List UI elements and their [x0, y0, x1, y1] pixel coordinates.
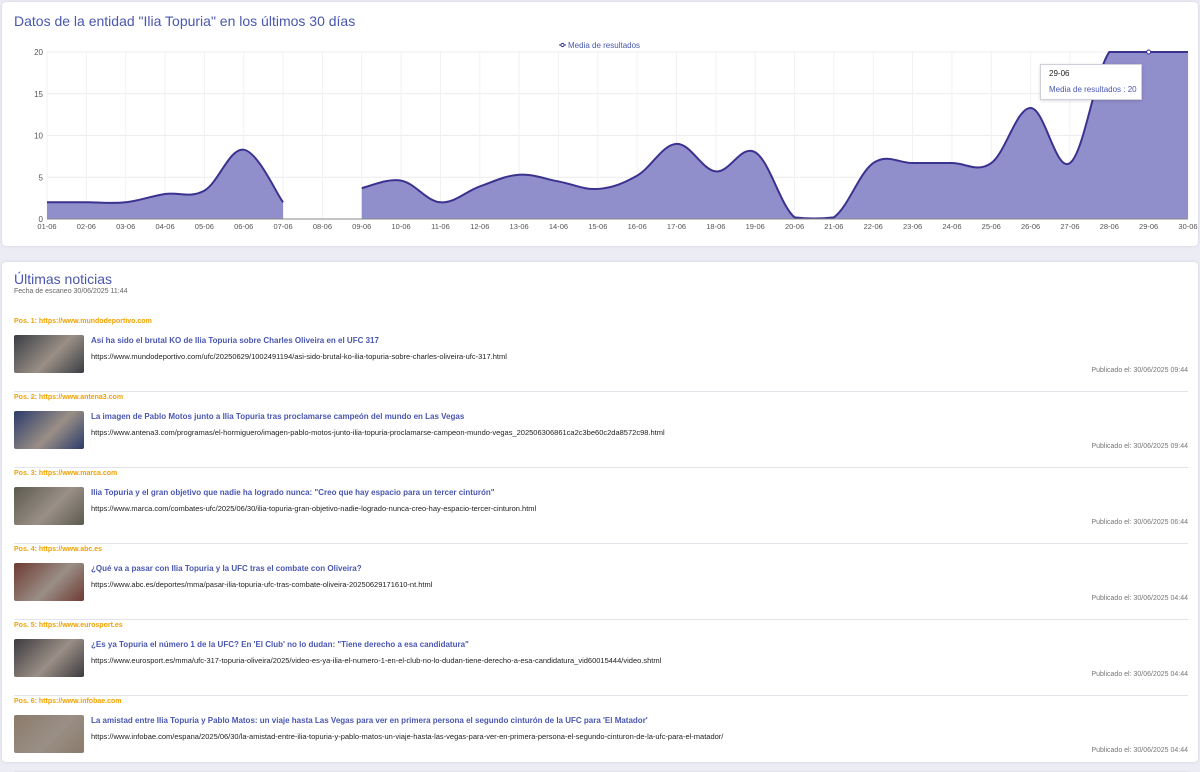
x-tick-label: 16-06	[628, 222, 647, 231]
x-tick-label: 13-06	[510, 222, 529, 231]
news-link[interactable]: La imagen de Pablo Motos junto a Ilia To…	[91, 412, 464, 421]
x-tick-label: 08-06	[313, 222, 332, 231]
y-tick-label: 10	[34, 132, 43, 141]
x-tick-label: 27-06	[1060, 222, 1079, 231]
news-position: Pos. 5: https://www.eurosport.es	[14, 622, 123, 629]
x-tick-label: 05-06	[195, 222, 214, 231]
hover-point	[1146, 49, 1152, 55]
news-position: Pos. 3: https://www.marca.com	[14, 470, 118, 477]
news-thumbnail[interactable]	[14, 563, 84, 601]
x-tick-label: 19-06	[746, 222, 765, 231]
news-position: Pos. 1: https://www.mundodeportivo.com	[14, 318, 152, 325]
news-list: Pos. 1: https://www.mundodeportivo.com A…	[2, 316, 1198, 772]
x-tick-label: 10-06	[392, 222, 411, 231]
x-tick-label: 03-06	[116, 222, 135, 231]
x-tick-label: 24-06	[942, 222, 961, 231]
news-link[interactable]: Así ha sido el brutal KO de Ilia Topuria…	[91, 336, 379, 345]
news-url: https://www.eurosport.es/mma/ufc-317-top…	[91, 656, 662, 665]
news-position: Pos. 4: https://www.abc.es	[14, 546, 103, 553]
x-tick-label: 20-06	[785, 222, 804, 231]
x-tick-label: 17-06	[667, 222, 686, 231]
news-item: Pos. 4: https://www.abc.es ¿Qué va a pas…	[14, 544, 1188, 620]
news-date: Publicado el: 30/06/2025 04:44	[1091, 671, 1188, 678]
legend-label: Media de resultados	[568, 41, 640, 50]
news-date: Publicado el: 30/06/2025 09:44	[1091, 367, 1188, 374]
news-item: Pos. 1: https://www.mundodeportivo.com A…	[14, 316, 1188, 392]
news-date: Publicado el: 30/06/2025 06:44	[1091, 519, 1188, 526]
chart-card: Datos de la entidad "Ilia Topuria" en lo…	[2, 2, 1198, 246]
news-position: Pos. 6: https://www.infobae.com	[14, 698, 122, 705]
chart-tooltip: 29-06 Media de resultados : 20	[1040, 64, 1142, 100]
y-tick-label: 20	[34, 48, 43, 57]
x-tick-label: 18-06	[706, 222, 725, 231]
news-thumbnail[interactable]	[14, 639, 84, 677]
news-url: https://www.infobae.com/espana/2025/06/3…	[91, 732, 724, 741]
x-tick-label: 12-06	[470, 222, 489, 231]
news-thumbnail[interactable]	[14, 487, 84, 525]
news-date: Publicado el: 30/06/2025 04:44	[1091, 595, 1188, 602]
news-url: https://www.abc.es/deportes/mma/pasar-il…	[91, 580, 433, 589]
x-tick-label: 09-06	[352, 222, 371, 231]
news-card: Últimas noticias Fecha de escaneo 30/06/…	[2, 262, 1198, 772]
x-tick-label: 02-06	[77, 222, 96, 231]
x-tick-label: 25-06	[982, 222, 1001, 231]
x-tick-label: 29-06	[1139, 222, 1158, 231]
tooltip-value: Media de resultados : 20	[1049, 85, 1137, 94]
tooltip-date: 29-06	[1049, 69, 1070, 78]
x-tick-label: 26-06	[1021, 222, 1040, 231]
news-thumbnail[interactable]	[14, 715, 84, 753]
news-url: https://www.mundodeportivo.com/ufc/20250…	[91, 352, 507, 361]
news-url: https://www.marca.com/combates-ufc/2025/…	[91, 504, 537, 513]
news-link[interactable]: Ilia Topuria y el gran objetivo que nadi…	[91, 488, 495, 497]
news-url: https://www.antena3.com/programas/el-hor…	[91, 428, 665, 437]
news-link[interactable]: ¿Qué va a pasar con Ilia Topuria y la UF…	[91, 564, 362, 573]
y-tick-label: 5	[39, 173, 44, 182]
x-tick-label: 14-06	[549, 222, 568, 231]
x-tick-label: 07-06	[273, 222, 292, 231]
x-tick-label: 06-06	[234, 222, 253, 231]
news-date: Publicado el: 30/06/2025 04:44	[1091, 747, 1188, 754]
legend-marker	[560, 42, 565, 48]
y-tick-label: 15	[34, 90, 43, 99]
news-item: Pos. 3: https://www.marca.com Ilia Topur…	[14, 468, 1188, 544]
news-date: Publicado el: 30/06/2025 09:44	[1091, 443, 1188, 450]
x-tick-label: 30-06	[1178, 222, 1197, 231]
news-title-heading: Últimas noticias	[14, 271, 113, 287]
x-tick-label: 28-06	[1100, 222, 1119, 231]
news-position: Pos. 2: https://www.antena3.com	[14, 394, 124, 401]
news-thumbnail[interactable]	[14, 335, 84, 373]
news-link[interactable]: La amistad entre Ilia Topuria y Pablo Ma…	[91, 716, 648, 725]
x-tick-label: 21-06	[824, 222, 843, 231]
area-chart[interactable]: 0510152001-06 02-06 03-06 04-06 05-06 06-06 07…	[2, 2, 1198, 246]
news-item: Pos. 6: https://www.infobae.com La amist…	[14, 696, 1188, 772]
x-tick-label: 04-06	[155, 222, 174, 231]
x-tick-label: 01-06	[37, 222, 56, 231]
news-item: Pos. 2: https://www.antena3.com La image…	[14, 392, 1188, 468]
x-tick-label: 23-06	[903, 222, 922, 231]
x-tick-label: 11-06	[431, 222, 450, 231]
x-tick-label: 22-06	[864, 222, 883, 231]
news-link[interactable]: ¿Es ya Topuria el número 1 de la UFC? En…	[91, 640, 469, 649]
scan-date: Fecha de escaneo 30/06/2025 11:44	[14, 288, 128, 295]
news-thumbnail[interactable]	[14, 411, 84, 449]
x-tick-label: 15-06	[588, 222, 607, 231]
news-item: Pos. 5: https://www.eurosport.es ¿Es ya …	[14, 620, 1188, 696]
